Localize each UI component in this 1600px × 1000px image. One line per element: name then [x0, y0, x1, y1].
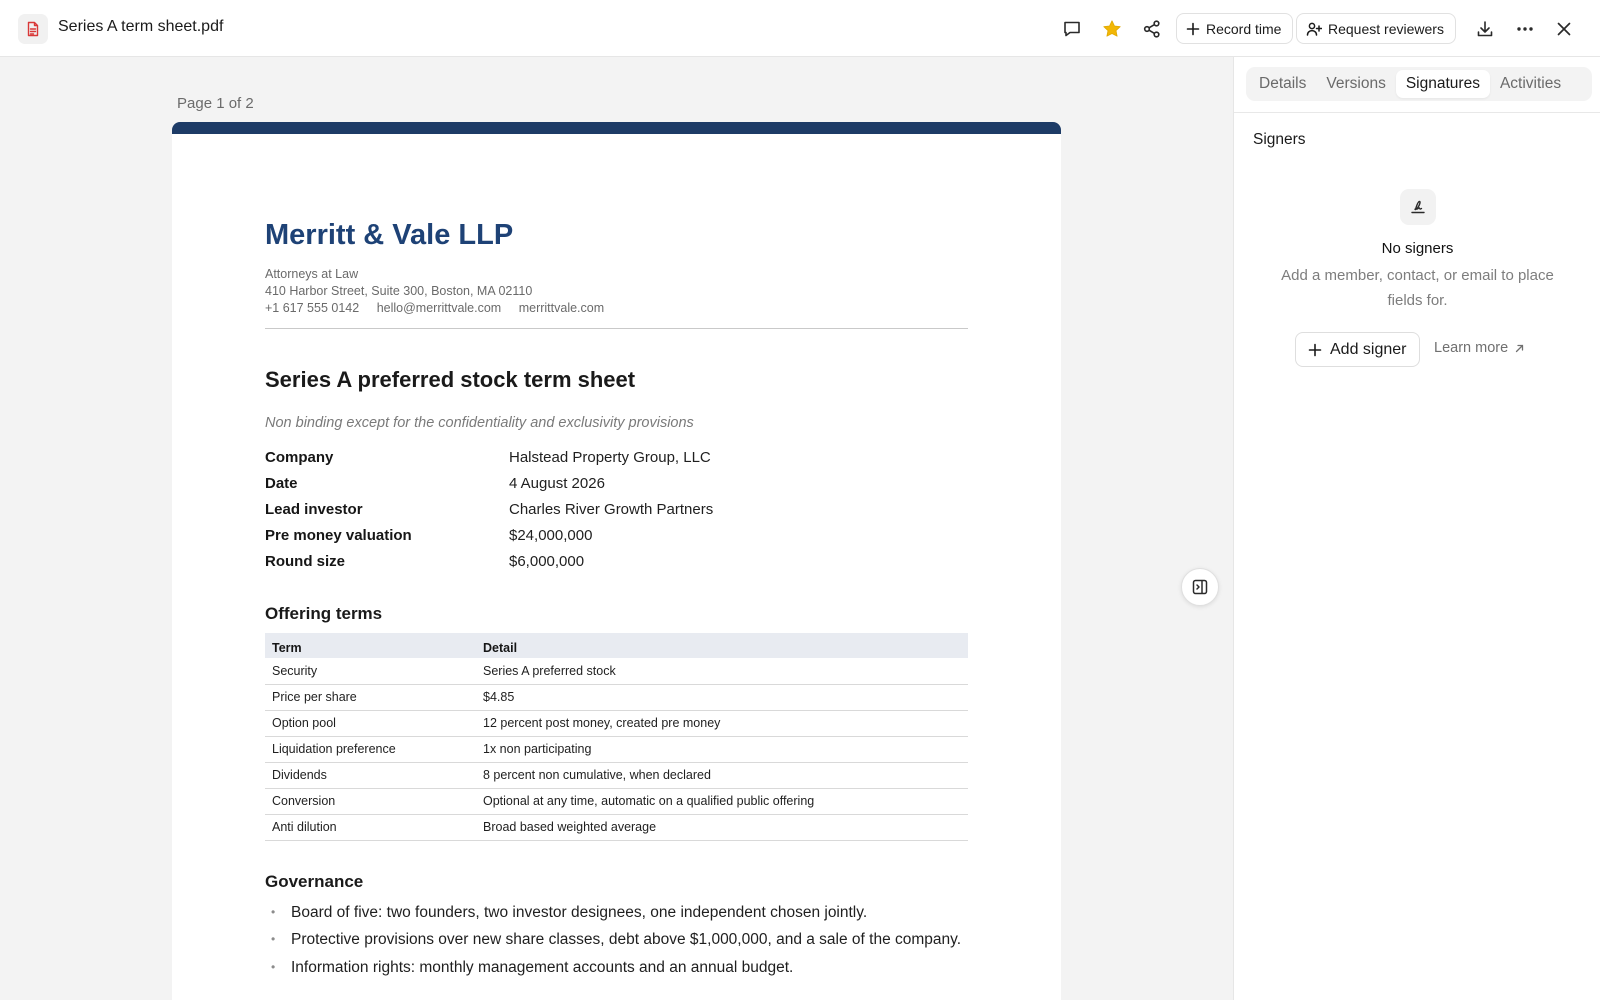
- summary-row: Round size $6,000,000: [265, 548, 968, 574]
- signature-icon: [1400, 189, 1436, 225]
- file-title: Series A term sheet.pdf: [58, 18, 224, 35]
- firm-phone: +1 617 555 0142: [265, 301, 360, 315]
- document-page: Merritt & Vale LLP Attorneys at Law 410 …: [172, 122, 1061, 1000]
- summary-value: $24,000,000: [509, 526, 593, 544]
- summary-list: Company Halstead Property Group, LLC Dat…: [265, 444, 968, 574]
- governance-list: Board of five: two founders, two investo…: [265, 901, 968, 980]
- signers-heading: Signers: [1253, 131, 1306, 148]
- add-signer-label: Add signer: [1330, 340, 1407, 358]
- summary-value: Halstead Property Group, LLC: [509, 448, 711, 466]
- term-cell: Price per share: [265, 684, 476, 711]
- request-reviewers-button[interactable]: Request reviewers: [1296, 13, 1456, 44]
- detail-cell: 8 percent non cumulative, when declared: [476, 762, 968, 789]
- learn-more-label: Learn more: [1434, 340, 1509, 356]
- tab-versions[interactable]: Versions: [1316, 70, 1395, 98]
- offering-terms-table: Term Detail Security Series A preferred …: [265, 633, 968, 841]
- summary-row: Pre money valuation $24,000,000: [265, 522, 968, 548]
- column-header-term: Term: [265, 633, 476, 658]
- table-header-row: Term Detail: [265, 633, 968, 658]
- detail-cell: $4.85: [476, 684, 968, 711]
- summary-value: Charles River Growth Partners: [509, 500, 714, 518]
- term-cell: Option pool: [265, 710, 476, 737]
- term-cell: Anti dilution: [265, 814, 476, 841]
- document-viewer[interactable]: Page 1 of 2 Merritt & Vale LLP Attorneys…: [0, 57, 1233, 1000]
- page-indicator: Page 1 of 2: [177, 95, 254, 112]
- tab-signatures[interactable]: Signatures: [1395, 70, 1490, 98]
- list-item: Protective provisions over new share cla…: [265, 928, 968, 952]
- side-panel: Details Versions Signatures Activities S…: [1233, 57, 1600, 1000]
- document-subtitle: Non binding except for the confidentiali…: [265, 415, 694, 431]
- table-row: Anti dilution Broad based weighted avera…: [265, 814, 968, 841]
- add-signer-button[interactable]: Add signer: [1295, 332, 1420, 367]
- table-row: Price per share $4.85: [265, 684, 968, 711]
- detail-cell: Series A preferred stock: [476, 658, 968, 685]
- term-cell: Security: [265, 658, 476, 685]
- summary-row: Date 4 August 2026: [265, 470, 968, 496]
- external-link-icon: [1516, 344, 1524, 352]
- firm-tagline: Attorneys at Law: [265, 267, 359, 281]
- top-bar: Series A term sheet.pdf Record time Requ…: [0, 0, 1600, 57]
- table-row: Liquidation preference 1x non participat…: [265, 736, 968, 763]
- summary-key: Lead investor: [265, 500, 363, 518]
- download-icon[interactable]: [1472, 16, 1498, 42]
- summary-key: Date: [265, 474, 298, 492]
- detail-cell: Broad based weighted average: [476, 814, 968, 841]
- panel-tabs: Details Versions Signatures Activities: [1246, 67, 1592, 101]
- request-reviewers-label: Request reviewers: [1328, 20, 1444, 37]
- close-icon[interactable]: [1551, 16, 1577, 42]
- list-item: Board of five: two founders, two investo…: [265, 901, 968, 925]
- firm-website: merrittvale.com: [518, 301, 605, 315]
- offering-terms-heading: Offering terms: [265, 604, 383, 623]
- term-cell: Dividends: [265, 762, 476, 789]
- letterhead-divider: [265, 328, 968, 329]
- summary-value: 4 August 2026: [509, 474, 605, 492]
- detail-cell: Optional at any time, automatic on a qua…: [476, 788, 968, 815]
- list-item: Information rights: monthly management a…: [265, 956, 968, 980]
- panel-divider: [1234, 112, 1600, 113]
- term-cell: Liquidation preference: [265, 736, 476, 763]
- pdf-file-icon: [18, 14, 48, 44]
- record-time-button[interactable]: Record time: [1176, 13, 1294, 44]
- star-icon[interactable]: [1099, 16, 1125, 42]
- summary-key: Pre money valuation: [265, 526, 412, 544]
- empty-state-description: Add a member, contact, or email to place…: [1281, 267, 1554, 309]
- tab-activities[interactable]: Activities: [1490, 70, 1571, 98]
- table-row: Security Series A preferred stock: [265, 658, 968, 685]
- panel-collapse-icon: [1192, 579, 1208, 595]
- share-icon[interactable]: [1139, 16, 1165, 42]
- empty-state-title: No signers: [1381, 240, 1454, 257]
- detail-cell: 1x non participating: [476, 736, 968, 763]
- learn-more-link[interactable]: Learn more: [1434, 340, 1525, 356]
- plus-icon: [1186, 22, 1200, 35]
- summary-key: Round size: [265, 552, 346, 570]
- add-user-icon: [1306, 22, 1322, 36]
- plus-icon: [1308, 343, 1322, 356]
- comment-icon[interactable]: [1059, 16, 1085, 42]
- firm-email: hello@merrittvale.com: [376, 301, 502, 315]
- table-row: Conversion Optional at any time, automat…: [265, 788, 968, 815]
- more-options-icon[interactable]: [1512, 16, 1538, 42]
- firm-address: 410 Harbor Street, Suite 300, Boston, MA…: [265, 284, 533, 298]
- summary-row: Lead investor Charles River Growth Partn…: [265, 496, 968, 522]
- table-row: Dividends 8 percent non cumulative, when…: [265, 762, 968, 789]
- record-time-label: Record time: [1206, 20, 1282, 37]
- detail-cell: 12 percent post money, created pre money: [476, 710, 968, 737]
- document-title: Series A preferred stock term sheet: [265, 367, 636, 392]
- column-header-detail: Detail: [476, 633, 968, 658]
- term-cell: Conversion: [265, 788, 476, 815]
- summary-key: Company: [265, 448, 334, 466]
- firm-name: Merritt & Vale LLP: [265, 219, 514, 251]
- summary-value: $6,000,000: [509, 552, 585, 570]
- firm-contact: +1 617 555 0142 hello@merrittvale.com me…: [265, 300, 968, 317]
- toggle-panel-button[interactable]: [1181, 568, 1219, 606]
- firm-letterhead: Attorneys at Law 410 Harbor Street, Suit…: [265, 266, 968, 317]
- summary-row: Company Halstead Property Group, LLC: [265, 444, 968, 470]
- tab-details[interactable]: Details: [1249, 70, 1316, 98]
- table-row: Option pool 12 percent post money, creat…: [265, 710, 968, 737]
- governance-heading: Governance: [265, 871, 364, 891]
